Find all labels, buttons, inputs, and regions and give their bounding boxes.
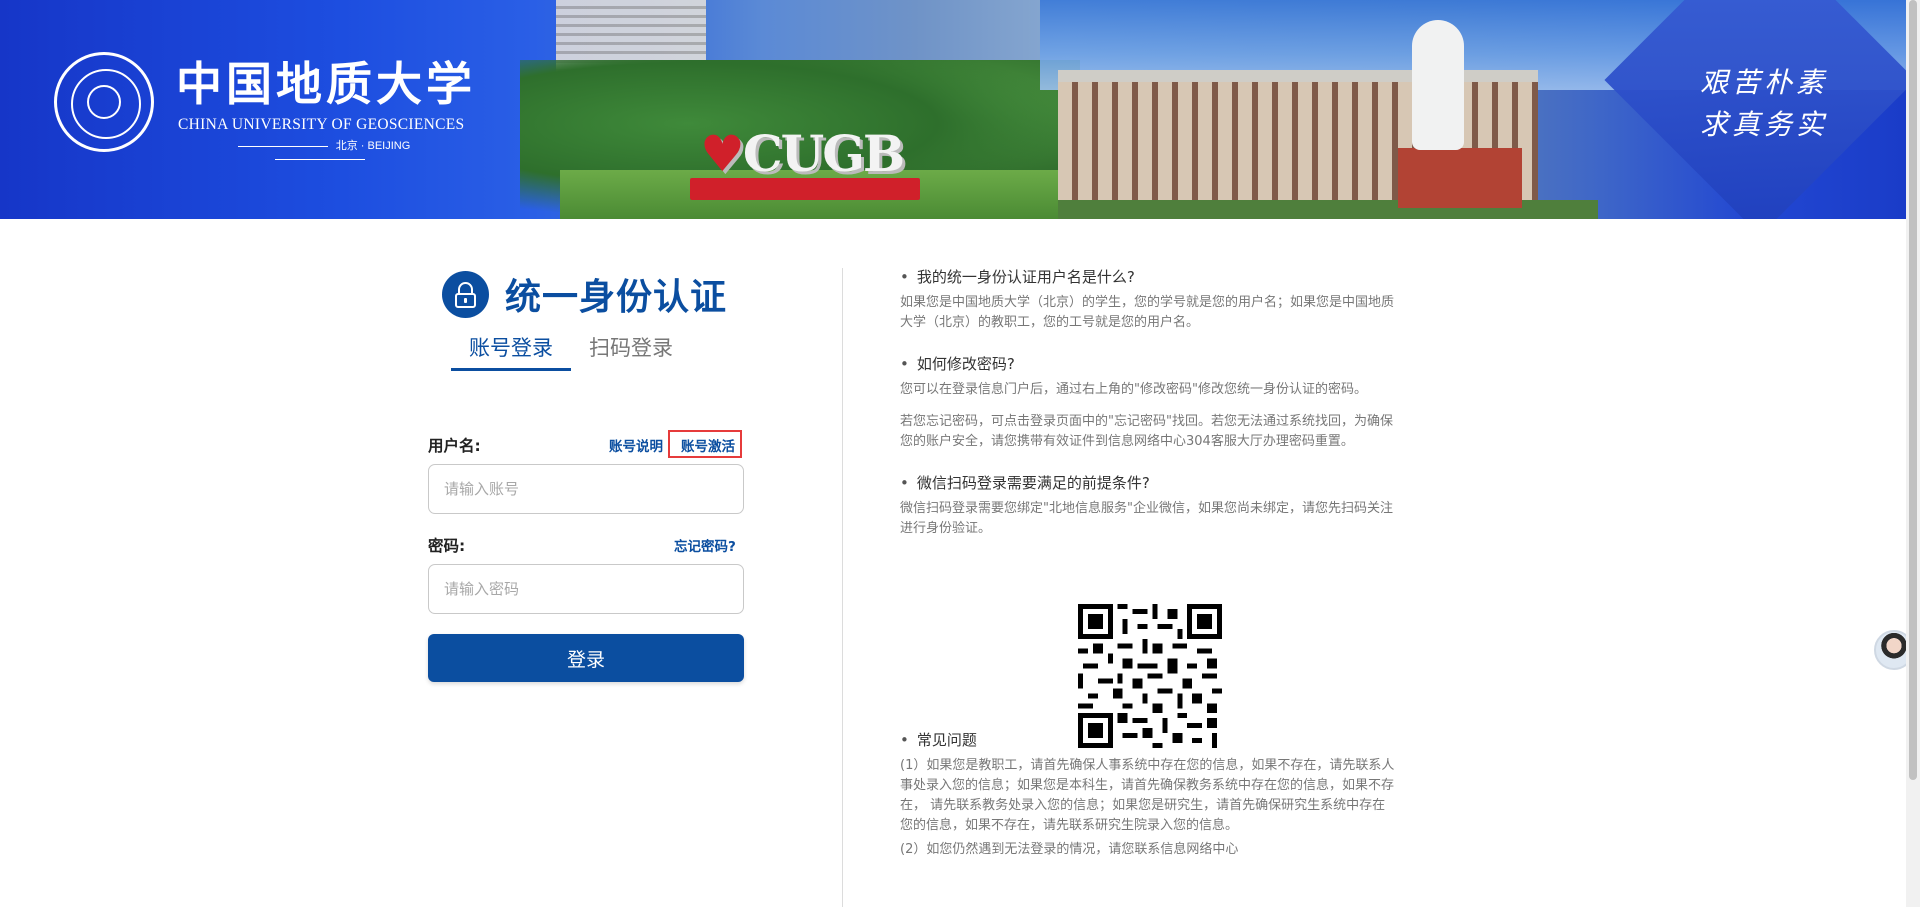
faq-answer: (2）如您仍然遇到无法登录的情况，请您联系信息网络中心 — [900, 842, 1239, 857]
banner-statue — [1412, 20, 1464, 150]
university-name-cn: 中国地质大学 — [176, 57, 476, 111]
header-banner: ♥CUGB 中国地质大学 CHINA UNIVERSITY OF GEOSCIE… — [0, 0, 1906, 219]
column-divider — [842, 268, 843, 907]
faq-answer: 您可以在登录信息门户后，通过右上角的"修改密码"修改您统一身份认证的密码。 — [900, 382, 1367, 397]
scrollbar-thumb[interactable] — [1909, 0, 1917, 780]
forgot-password-link[interactable]: 忘记密码? — [674, 535, 736, 555]
password-label: 密码: — [428, 537, 466, 555]
cugb-sign: ♥CUGB — [700, 124, 905, 183]
faq-answer: 微信扫码登录需要您绑定"北地信息服务"企业微信，如果您尚未绑定，请您先扫码关注进… — [900, 501, 1393, 536]
statue-pedestal — [1398, 148, 1522, 208]
tab-account-login[interactable]: 账号登录 — [451, 332, 571, 371]
faq-answer: (1）如果您是教职工，请首先确保人事系统中存在您的信息，如果不存在，请先联系人事… — [900, 758, 1395, 833]
login-tabs: 账号登录 扫码登录 — [451, 332, 691, 371]
faq-question: 我的统一身份认证用户名是什么? — [900, 266, 1398, 287]
faq-answer: 若您忘记密码，可点击登录页面中的"忘记密码"找回。若您无法通过系统找回，为确保您… — [900, 414, 1393, 449]
faq-panel: 我的统一身份认证用户名是什么? 如果您是中国地质大学（北京）的学生，您的学号就是… — [900, 266, 1398, 872]
page-title: 统一身份认证 — [505, 277, 728, 318]
faq-question: 微信扫码登录需要满足的前提条件? — [900, 472, 1398, 493]
wechat-qr-code — [1078, 604, 1222, 748]
motto-line-2: 求真务实 — [1700, 108, 1829, 141]
account-activate-link[interactable]: 账号激活 — [681, 435, 735, 455]
password-input[interactable] — [428, 564, 744, 614]
motto-line-1: 艰苦朴素 — [1700, 66, 1829, 99]
lock-icon — [442, 270, 489, 318]
auth-title-block: 统一身份认证 — [442, 268, 727, 320]
username-label: 用户名: — [428, 437, 481, 455]
tab-qr-login[interactable]: 扫码登录 — [571, 332, 691, 371]
login-button[interactable]: 登录 — [428, 634, 744, 682]
university-name-en: CHINA UNIVERSITY OF GEOSCIENCES — [178, 116, 465, 133]
faq-answer: 如果您是中国地质大学（北京）的学生，您的学号就是您的用户名；如果您是中国地质大学… — [900, 295, 1395, 330]
university-city: 北京 · BEIJING — [180, 137, 460, 165]
username-input[interactable] — [428, 464, 744, 514]
university-seal-logo — [54, 52, 154, 152]
page-scrollbar[interactable] — [1906, 0, 1920, 907]
account-help-link[interactable]: 账号说明 — [609, 435, 663, 455]
seal-globe-icon — [87, 85, 121, 119]
faq-question: 如何修改密码? — [900, 353, 1398, 374]
university-motto: 艰苦朴素 求真务实 — [1700, 62, 1828, 146]
